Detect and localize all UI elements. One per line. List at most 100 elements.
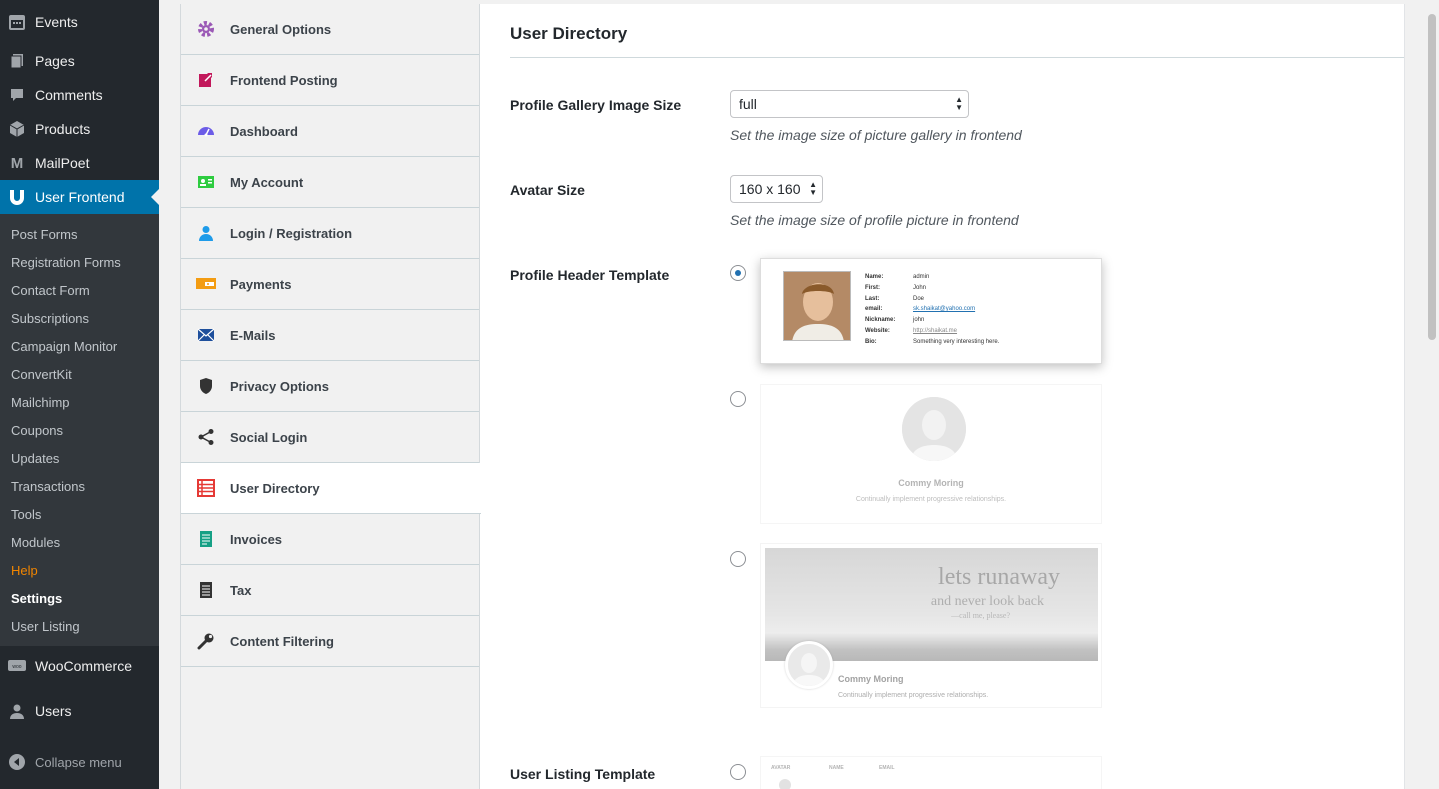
tab-content-filtering[interactable]: Content Filtering [181,616,479,667]
info-key: Nickname: [865,317,896,324]
settings-tabs: General Options Frontend Posting Dashboa… [180,4,481,789]
edit-icon [196,70,216,90]
info-row: First: John [865,283,999,294]
header-template-preview-2[interactable]: Commy Moring Continually implement progr… [760,384,1102,524]
submenu-tools[interactable]: Tools [0,500,159,528]
info-value: sk.shaikat@yahoo.com [913,306,976,313]
page-title: User Directory [510,24,628,43]
profile-name: Commy Moring [898,478,964,488]
page-scrollbar[interactable] [1425,0,1439,789]
submenu-registration-forms[interactable]: Registration Forms [0,248,159,276]
submenu-mailchimp[interactable]: Mailchimp [0,388,159,416]
listing-template-radio-1[interactable] [730,764,746,780]
avatar-size-desc: Set the image size of profile picture in… [730,212,1019,228]
gallery-size-select[interactable]: full ▲ ▼ [730,90,969,118]
wrench-icon [196,631,216,651]
header-template-radio-2[interactable] [730,391,746,407]
avatar-size-value: 160 x 160 [739,181,801,197]
submenu-campaign-monitor[interactable]: Campaign Monitor [0,332,159,360]
pages-icon [8,52,26,70]
profile-info-table: Name: admin First: John Last: Doe email: sk.… [865,272,999,348]
menu-item-users[interactable]: Users [0,684,159,738]
menu-item-mailpoet[interactable]: M MailPoet [0,146,159,180]
avatar-image [902,397,966,461]
cover-text-line-2: and never look back [930,594,1044,609]
tab-social-login[interactable]: Social Login [181,412,479,463]
tab-login-registration[interactable]: Login / Registration [181,208,479,259]
settings-panel: User Directory Profile Gallery Image Siz… [480,4,1405,789]
user-icon [196,223,216,243]
submenu-updates[interactable]: Updates [0,444,159,472]
tab-e-mails[interactable]: E-Mails [181,310,479,361]
info-key: Last: [865,295,880,302]
select-arrows-icon: ▲ ▼ [955,95,963,112]
collapse-menu-button[interactable]: Collapse menu [0,746,159,778]
info-key: Name: [865,274,884,280]
gallery-size-label: Profile Gallery Image Size [510,97,682,113]
menu-item-label: Products [35,121,91,137]
tab-frontend-posting[interactable]: Frontend Posting [181,55,479,106]
submenu-convertkit[interactable]: ConvertKit [0,360,159,388]
info-value: Something very interesting here. [913,338,1000,345]
avatar-size-label: Avatar Size [510,182,585,198]
avatar-image [785,641,833,689]
submenu-post-forms[interactable]: Post Forms [0,220,159,248]
tab-payments[interactable]: Payments [181,259,479,310]
submenu-subscriptions[interactable]: Subscriptions [0,304,159,332]
info-row: Nickname: john [865,315,999,326]
listing-template-preview-1[interactable]: AVATAR NAME EMAIL [760,756,1102,789]
menu-item-label: User Frontend [35,189,125,205]
info-value: http://shaikat.me [913,327,958,334]
info-value: john [913,317,925,324]
menu-item-user-frontend[interactable]: User Frontend [0,180,159,214]
tab-invoices[interactable]: Invoices [181,514,479,565]
tab-label: General Options [230,21,332,37]
tab-label: Privacy Options [230,378,329,394]
header-template-preview-3[interactable]: lets runaway and never look back —call m… [760,543,1102,708]
menu-item-label: MailPoet [35,155,90,171]
document-icon [196,580,216,600]
user-frontend-submenu: Post Forms Registration Forms Contact Fo… [0,214,159,646]
admin-sidebar: Events Pages Comments Products M MailPoe… [0,0,159,789]
profile-bio: Continually implement progressive relati… [855,496,1007,503]
avatar-size-select[interactable]: 160 x 160 ▲ ▼ [730,175,823,203]
submenu-contact-form[interactable]: Contact Form [0,276,159,304]
menu-item-pages[interactable]: Pages [0,44,159,78]
mailpoet-icon: M [10,154,24,172]
menu-item-events[interactable]: Events [0,0,159,44]
submenu-modules[interactable]: Modules [0,528,159,556]
tab-general-options[interactable]: General Options [181,4,479,55]
tab-privacy-options[interactable]: Privacy Options [181,361,479,412]
tab-tax[interactable]: Tax [181,565,479,616]
dashboard-icon [196,121,216,141]
tab-label: E-Mails [230,327,276,343]
payment-icon [196,274,216,294]
submenu-help[interactable]: Help [0,556,159,584]
id-card-icon [196,172,216,192]
scrollbar-thumb[interactable] [1428,14,1436,340]
tab-user-directory[interactable]: User Directory [181,463,481,514]
tab-label: Tax [230,582,252,598]
header-template-radio-1[interactable] [730,265,746,281]
menu-item-products[interactable]: Products [0,112,159,146]
menu-item-comments[interactable]: Comments [0,78,159,112]
info-value: admin [913,274,930,280]
menu-item-label: Comments [35,87,103,103]
info-row: Last: Doe [865,294,999,305]
tab-dashboard[interactable]: Dashboard [181,106,479,157]
submenu-user-listing[interactable]: User Listing [0,612,159,640]
menu-item-label: WooCommerce [35,658,132,674]
header-template-preview-1[interactable]: Name: admin First: John Last: Doe email: sk.… [760,258,1102,364]
menu-item-label: Pages [35,53,75,69]
submenu-settings[interactable]: Settings [0,584,159,612]
profile-bio: Continually implement progressive relati… [838,692,989,699]
tab-my-account[interactable]: My Account [181,157,479,208]
info-row: Name: admin [865,272,999,283]
submenu-transactions[interactable]: Transactions [0,472,159,500]
tab-label: User Directory [230,480,320,496]
menu-item-woocommerce[interactable]: woo WooCommerce [0,648,159,684]
submenu-coupons[interactable]: Coupons [0,416,159,444]
shield-icon [196,376,216,396]
header-template-radio-3[interactable] [730,551,746,567]
info-value: Doe [913,295,925,302]
